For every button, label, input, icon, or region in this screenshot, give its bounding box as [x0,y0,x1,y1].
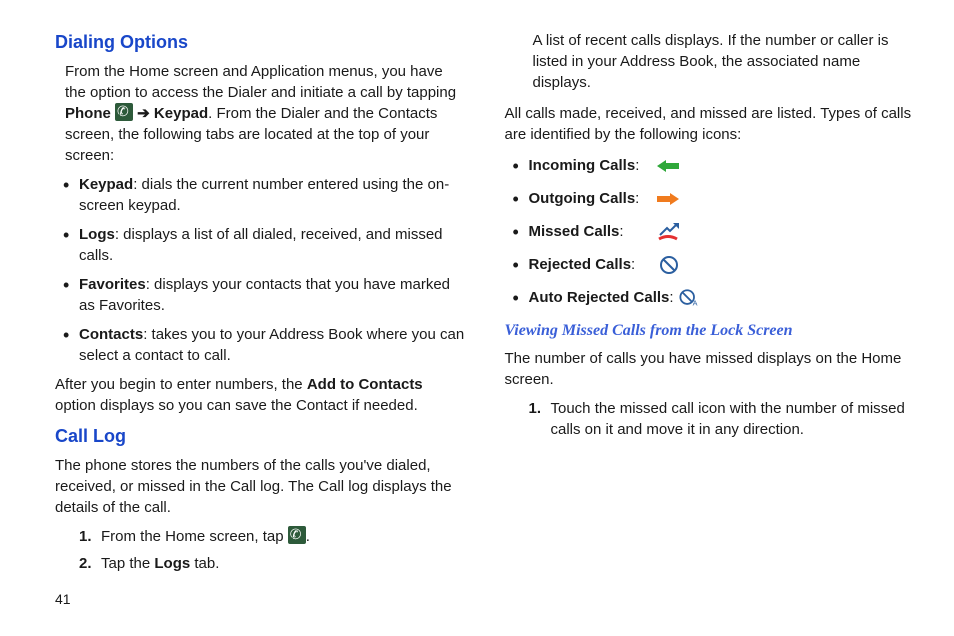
after-b: Add to Contacts [307,376,423,393]
bullet-favorites: Favorites: displays your contacts that y… [63,274,465,316]
step-number-2: 2. [79,553,92,574]
page-number: 41 [55,590,71,610]
bullet-logs-txt: : displays a list of all dialed, receive… [79,226,443,264]
call-type-icon-list: Incoming Calls: Outgoing Calls: Missed C… [505,155,915,308]
colon: : [619,223,623,240]
calllog-steps: 1. From the Home screen, tap . 2. Tap th… [55,526,465,574]
bullet-logs: Logs: displays a list of all dialed, rec… [63,224,465,266]
bullet-contacts: Contacts: takes you to your Address Book… [63,324,465,366]
label-rejected: Rejected Calls [529,256,632,273]
auto-rejected-call-icon: A [679,288,699,308]
right-column: A list of recent calls displays. If the … [485,30,915,616]
viewing-intro: The number of calls you have missed disp… [505,348,915,390]
colon: : [635,157,639,174]
bullet-favorites-key: Favorites [79,276,146,293]
incoming-call-icon [657,159,679,173]
step1-a: From the Home screen, tap [101,528,288,545]
colon: : [631,256,635,273]
calllog-step-1: 1. From the Home screen, tap . [79,526,465,547]
bullet-logs-key: Logs [79,226,115,243]
missed-call-icon [657,223,679,241]
all-calls-para: All calls made, received, and missed are… [505,103,915,145]
step2-c: tab. [190,555,219,572]
step-number-1: 1. [79,526,92,547]
phone-app-icon [115,103,133,121]
vstep-number-1: 1. [529,398,542,419]
phone-app-icon [288,526,306,544]
label-missed: Missed Calls [529,223,620,240]
row-auto-rejected: Auto Rejected Calls: A [513,287,915,308]
row-missed: Missed Calls: [513,221,915,242]
step2-b: Logs [154,555,190,572]
after-c: option displays so you can save the Cont… [55,397,418,414]
bullet-keypad: Keypad: dials the current number entered… [63,174,465,216]
dialing-intro-a: From the Home screen and Application men… [65,63,456,101]
row-outgoing: Outgoing Calls: [513,188,915,209]
bullet-keypad-txt: : dials the current number entered using… [79,176,449,214]
bullet-contacts-key: Contacts [79,326,143,343]
arrow-separator: ➔ [133,105,154,122]
vstep1-text: Touch the missed call icon with the numb… [551,400,905,438]
row-incoming: Incoming Calls: [513,155,915,176]
outgoing-call-icon [657,192,679,206]
tabs-bullet-list: Keypad: dials the current number entered… [55,174,465,366]
viewing-step-1: 1. Touch the missed call icon with the n… [529,398,915,440]
row-rejected: Rejected Calls: [513,254,915,275]
bullet-keypad-key: Keypad [79,176,133,193]
label-keypad: Keypad [154,105,208,122]
svg-text:A: A [692,298,697,307]
label-incoming: Incoming Calls [529,157,636,174]
left-column: Dialing Options From the Home screen and… [55,30,485,616]
calllog-intro: The phone stores the numbers of the call… [55,455,465,518]
after-a: After you begin to enter numbers, the [55,376,307,393]
dialing-intro: From the Home screen and Application men… [55,61,465,166]
heading-viewing-missed: Viewing Missed Calls from the Lock Scree… [505,320,915,342]
calllog-step-2: 2. Tap the Logs tab. [79,553,465,574]
step1-b: . [306,528,310,545]
label-outgoing: Outgoing Calls [529,190,636,207]
label-auto-rejected: Auto Rejected Calls [529,289,670,306]
continued-para: A list of recent calls displays. If the … [505,30,915,93]
heading-call-log: Call Log [55,424,465,449]
label-phone: Phone [65,105,111,122]
after-numbers-para: After you begin to enter numbers, the Ad… [55,374,465,416]
rejected-call-icon [659,255,679,275]
colon: : [669,289,673,306]
viewing-steps: 1. Touch the missed call icon with the n… [505,398,915,440]
heading-dialing-options: Dialing Options [55,30,465,55]
step2-a: Tap the [101,555,154,572]
colon: : [635,190,639,207]
